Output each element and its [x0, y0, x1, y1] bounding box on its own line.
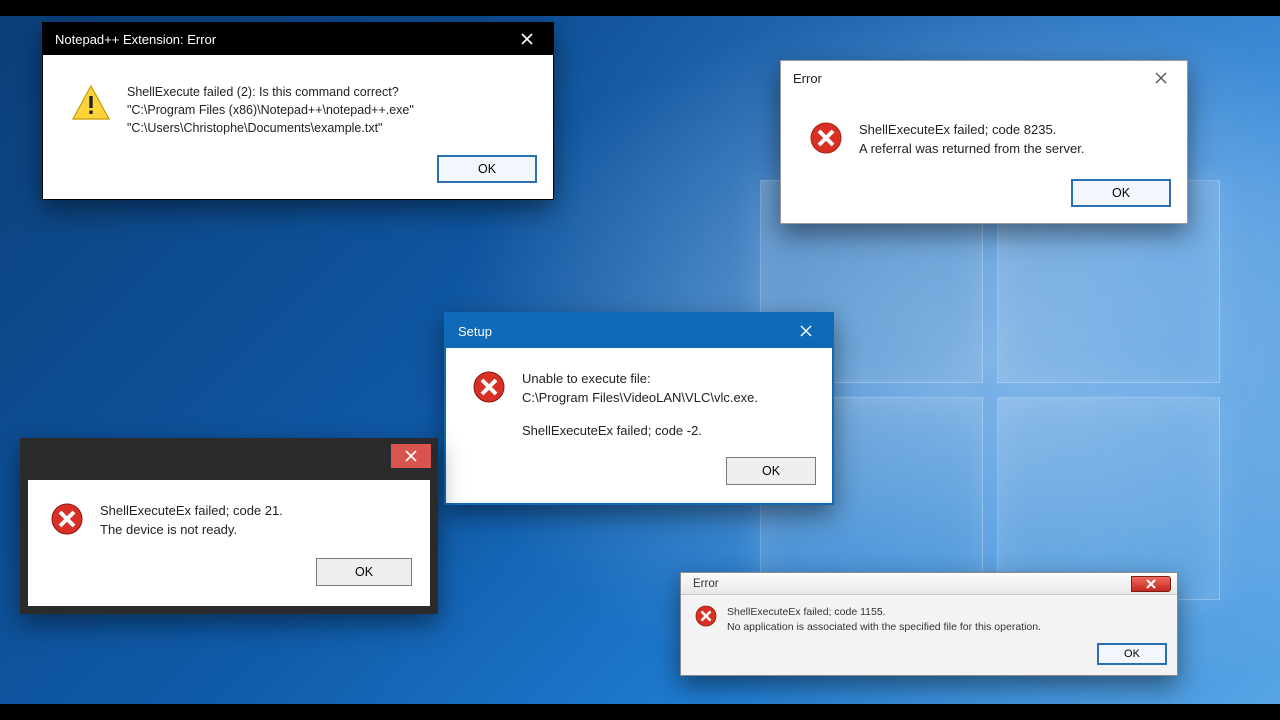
- close-icon[interactable]: [786, 319, 826, 343]
- dialog-error-21: ShellExecuteEx failed; code 21. The devi…: [20, 438, 438, 614]
- dialog-setup-error: Setup Unable to execute file: C:\Program…: [444, 312, 834, 505]
- letterbox-top: [0, 0, 1280, 16]
- ok-button[interactable]: OK: [316, 558, 412, 586]
- message-line: Unable to execute file:: [522, 371, 651, 386]
- warning-icon: [71, 83, 111, 123]
- close-icon[interactable]: [1131, 576, 1171, 592]
- message-text: ShellExecute failed (2): Is this command…: [127, 83, 414, 137]
- close-icon[interactable]: [1141, 66, 1181, 90]
- ok-button[interactable]: OK: [1071, 179, 1171, 207]
- close-icon[interactable]: [507, 27, 547, 51]
- ok-button[interactable]: OK: [437, 155, 537, 183]
- titlebar[interactable]: Error: [781, 61, 1187, 95]
- message-text: ShellExecuteEx failed; code 1155. No app…: [727, 605, 1041, 635]
- message-line: ShellExecuteEx failed; code -2.: [522, 422, 758, 441]
- message-line: ShellExecuteEx failed; code 8235.: [859, 122, 1056, 137]
- ok-button[interactable]: OK: [726, 457, 816, 485]
- message-line: The device is not ready.: [100, 521, 283, 540]
- titlebar[interactable]: Notepad++ Extension: Error: [43, 23, 553, 55]
- error-icon: [472, 370, 506, 404]
- letterbox-bottom: [0, 704, 1280, 720]
- message-line: ShellExecuteEx failed; code 21.: [100, 503, 283, 518]
- message-text: Unable to execute file: C:\Program Files…: [522, 370, 758, 441]
- dialog-error-1155: Error ShellExecuteEx failed; code 1155. …: [680, 572, 1178, 676]
- dialog-error-8235: Error ShellExecuteEx failed; code 8235. …: [780, 60, 1188, 224]
- message-line: "C:\Program Files (x86)\Notepad++\notepa…: [127, 101, 414, 119]
- dialog-notepad-error: Notepad++ Extension: Error ShellExecute …: [42, 22, 554, 200]
- error-icon: [809, 121, 843, 155]
- titlebar[interactable]: Setup: [446, 314, 832, 348]
- titlebar[interactable]: Error: [681, 573, 1177, 595]
- message-line: No application is associated with the sp…: [727, 620, 1041, 635]
- ok-button[interactable]: OK: [1097, 643, 1167, 665]
- message-line: A referral was returned from the server.: [859, 140, 1084, 159]
- message-line: "C:\Users\Christophe\Documents\example.t…: [127, 119, 414, 137]
- error-icon: [50, 502, 84, 536]
- titlebar[interactable]: [21, 439, 437, 473]
- message-text: ShellExecuteEx failed; code 21. The devi…: [100, 502, 283, 540]
- window-title: Error: [793, 71, 822, 86]
- window-title: Error: [693, 578, 719, 590]
- window-title: Setup: [458, 324, 492, 339]
- error-icon: [695, 605, 717, 627]
- message-line: C:\Program Files\VideoLAN\VLC\vlc.exe.: [522, 389, 758, 408]
- close-icon[interactable]: [391, 444, 431, 468]
- message-line: ShellExecuteEx failed; code 1155.: [727, 606, 886, 618]
- message-line: ShellExecute failed (2): Is this command…: [127, 85, 399, 99]
- window-title: Notepad++ Extension: Error: [55, 32, 216, 47]
- message-text: ShellExecuteEx failed; code 8235. A refe…: [859, 121, 1084, 159]
